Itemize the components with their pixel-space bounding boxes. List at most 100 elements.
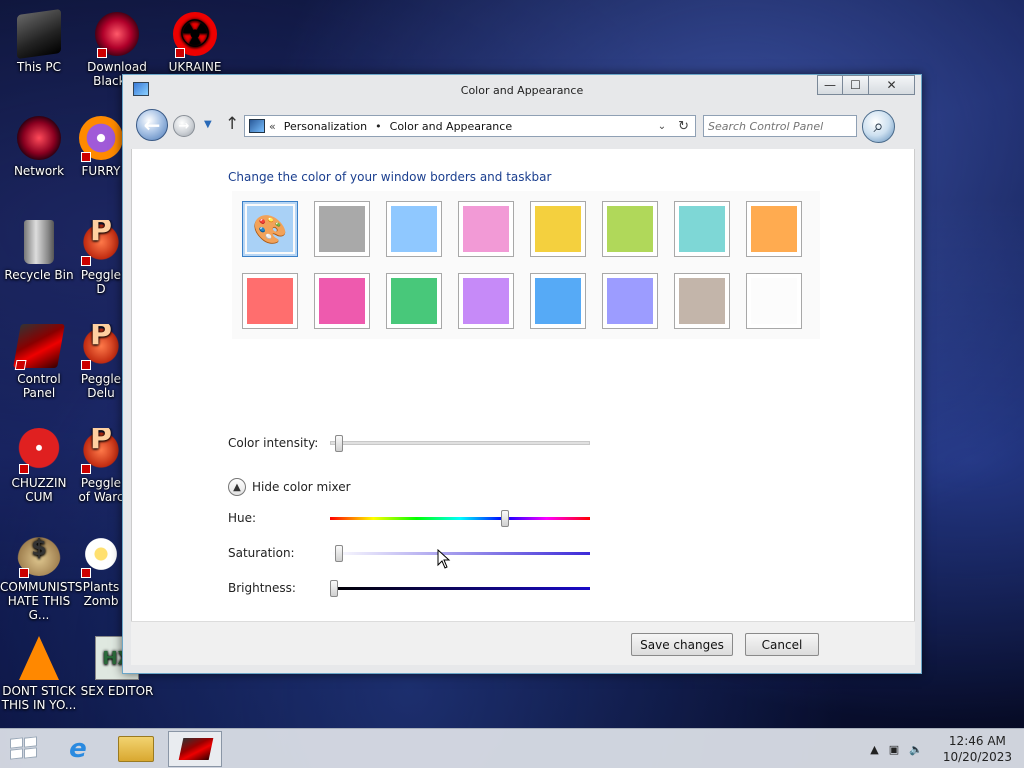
taskbar-internet-explorer[interactable]: e [60, 733, 96, 765]
color-swatch-yellow[interactable] [530, 201, 586, 257]
desktop-icon-furry[interactable]: FURRY [78, 116, 124, 178]
desktop-icon-label: CHUZZIN CUM [11, 476, 67, 504]
clock-date: 10/20/2023 [942, 750, 1012, 764]
volume-icon[interactable]: 🔈 [909, 743, 923, 756]
breadcrumb-overflow[interactable]: « [269, 120, 276, 133]
breadcrumb-separator[interactable]: • [375, 120, 382, 133]
minimize-button[interactable]: — [817, 75, 843, 95]
peggle-icon [79, 324, 123, 370]
peggle-icon [79, 428, 123, 474]
breadcrumb-color-appearance[interactable]: Color and Appearance [390, 120, 512, 133]
desktop-icon-label: DONT STICK THIS IN YO... [1, 684, 77, 712]
control-panel-icon [178, 738, 214, 760]
color-swatch-taupe[interactable] [674, 273, 730, 329]
desktop-icon-network[interactable]: Network [0, 116, 78, 178]
clock[interactable]: 12:46 AM 10/20/2023 [943, 733, 1012, 765]
swatch-fill [679, 206, 725, 252]
desktop-icon-peggle-deluxe[interactable]: Peggle Delu [78, 324, 124, 400]
desktop-icon-label: Peggle Delu [80, 372, 122, 400]
hue-label: Hue: [228, 511, 257, 525]
desktop-icon-chuzzin[interactable]: CHUZZIN CUM [0, 428, 78, 504]
page-heading: Change the color of your window borders … [228, 170, 552, 184]
search-input[interactable] [708, 120, 852, 133]
color-swatch-automatic[interactable]: 🎨 [242, 201, 298, 257]
slider-thumb[interactable] [335, 435, 343, 452]
hide-color-mixer-label: Hide color mixer [252, 480, 351, 494]
taskbar-file-explorer[interactable] [118, 736, 154, 762]
taskbar: e ▲ ▣ 🔈 12:46 AM 10/20/2023 [0, 728, 1024, 768]
color-swatch-teal[interactable] [674, 201, 730, 257]
brightness-slider[interactable] [330, 579, 590, 599]
desktop-icon-label: SEX EDITOR [80, 684, 154, 698]
swatch-fill [607, 206, 653, 252]
windows-logo-pane [10, 748, 23, 760]
color-swatch-violet[interactable] [458, 273, 514, 329]
search-box[interactable] [703, 115, 857, 137]
maximize-icon: ☐ [850, 78, 861, 92]
color-swatch-gray[interactable] [314, 201, 370, 257]
internet-explorer-icon: e [69, 734, 87, 764]
desktop-icon-communists[interactable]: COMMUNISTS HATE THIS G... [0, 532, 82, 622]
chevron-down-icon: ▼ [204, 119, 212, 130]
start-button[interactable] [10, 736, 38, 760]
breadcrumb-personalization[interactable]: Personalization [284, 120, 367, 133]
maximize-button[interactable]: ☐ [843, 75, 869, 95]
desktop-icon-peggle-warc[interactable]: Peggle of Warc [78, 428, 124, 504]
desktop-icon-label: This PC [17, 60, 61, 74]
money-bag-icon [17, 532, 61, 578]
show-hidden-icons-chevron-icon[interactable]: ▲ [870, 743, 878, 756]
color-swatch-orange[interactable] [746, 201, 802, 257]
title-bar[interactable]: Color and Appearance — ☐ ✕ [123, 75, 921, 107]
search-button[interactable]: ⌕ [862, 110, 895, 143]
save-changes-button[interactable]: Save changes [631, 633, 733, 656]
radiation-icon [173, 12, 217, 58]
color-swatch-green[interactable] [386, 273, 442, 329]
slider-thumb[interactable] [335, 545, 343, 562]
color-swatch-sky[interactable] [386, 201, 442, 257]
color-swatch-red[interactable] [242, 273, 298, 329]
cancel-button[interactable]: Cancel [745, 633, 819, 656]
desktop-icon-dont-stick[interactable]: DONT STICK THIS IN YO... [0, 636, 78, 712]
color-swatch-magenta[interactable] [314, 273, 370, 329]
saturation-slider[interactable] [330, 544, 590, 564]
address-bar[interactable]: « Personalization • Color and Appearance… [244, 115, 696, 137]
color-swatch-blue[interactable] [530, 273, 586, 329]
slider-thumb[interactable] [501, 510, 509, 527]
swatch-fill [391, 278, 437, 324]
swatch-fill [535, 206, 581, 252]
swatch-fill [463, 206, 509, 252]
flower-icon [79, 532, 123, 578]
desktop-icon-label: FURRY [81, 164, 121, 178]
windows-logo-icon [10, 737, 23, 749]
swatch-fill [391, 206, 437, 252]
color-swatch-white[interactable] [746, 273, 802, 329]
color-swatch-periwinkle[interactable] [602, 273, 658, 329]
navigation-bar: ← → ▼ ↑ « Personalization • Color and Ap… [131, 107, 913, 147]
desktop-icon-peggle-d[interactable]: Peggle D [78, 220, 124, 296]
color-intensity-slider[interactable] [330, 434, 590, 454]
desktop-icon-label: Control Panel [17, 372, 61, 400]
hide-color-mixer-toggle[interactable]: ▲ Hide color mixer [228, 478, 351, 496]
color-swatch-lime[interactable] [602, 201, 658, 257]
arrow-right-icon: → [178, 118, 190, 134]
refresh-icon[interactable]: ↻ [678, 119, 689, 134]
network-tray-icon[interactable]: ▣ [889, 743, 899, 756]
slider-thumb[interactable] [330, 580, 338, 597]
desktop-icon-ukraine[interactable]: UKRAINE [156, 12, 234, 74]
address-history-chevron-icon[interactable]: ⌄ [658, 121, 666, 132]
desktop-icon-this-pc[interactable]: This PC [0, 8, 78, 74]
taskbar-control-panel[interactable] [168, 731, 222, 767]
close-button[interactable]: ✕ [869, 75, 915, 95]
up-button[interactable]: ↑ [225, 114, 239, 134]
arrow-up-icon: ↑ [225, 114, 240, 134]
color-swatch-pink[interactable] [458, 201, 514, 257]
forward-button[interactable]: → [173, 115, 195, 137]
desktop-icon-control-panel[interactable]: Control Panel [0, 324, 78, 400]
hue-slider[interactable] [330, 509, 590, 529]
color-swatch-grid: 🎨 [232, 191, 820, 339]
desktop-icon-label: Peggle of Warc [78, 476, 124, 504]
recent-locations-button[interactable]: ▼ [204, 119, 212, 130]
desktop-icon-plants-zombies[interactable]: Plants Zomb [78, 532, 124, 608]
desktop-icon-recycle-bin[interactable]: Recycle Bin [0, 220, 78, 282]
back-button[interactable]: ← [136, 109, 168, 141]
